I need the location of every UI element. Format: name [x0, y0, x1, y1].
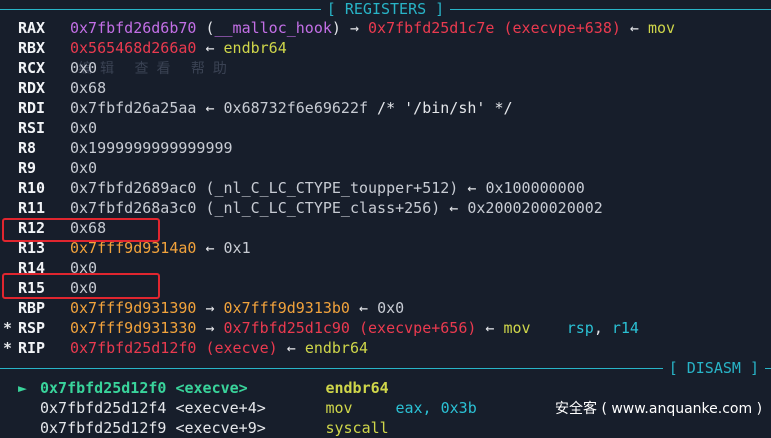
register-value-part: 0x0: [70, 59, 98, 77]
disasm-mnemonic: mov: [325, 399, 353, 417]
register-value-part: 0x7fbfd25d12f0: [70, 339, 197, 357]
register-name: RCX: [18, 59, 46, 77]
disasm-address: 0x7fbfd25d12f4: [40, 399, 176, 417]
disasm-symbol: <execve+4>: [175, 399, 266, 417]
register-row-r10: R10 0x7fbfd2689ac0 (_nl_C_LC_CTYPE_touppe…: [0, 178, 771, 198]
register-name: R8: [18, 139, 37, 157]
register-row-rcx: RCX 0x0: [0, 58, 771, 78]
disasm-mnemonic: endbr64: [325, 379, 389, 397]
register-row-rax: RAX 0x7fbfd26d6b70 (__malloc_hook) → 0x7f…: [0, 18, 771, 38]
register-value-part: ←: [196, 99, 224, 117]
registers-section-title: [ REGISTERS ]: [326, 0, 445, 18]
register-value-part: 0x1: [223, 239, 251, 257]
register-value-part: 0x1999999999999999: [70, 139, 233, 157]
register-value-part: 0x0: [377, 299, 405, 317]
register-value-part: ←: [620, 19, 648, 37]
registers-separator: [ REGISTERS ]: [0, 0, 771, 19]
register-value-part: 0x7fbfd25d1c90: [223, 319, 350, 337]
register-value-part: 0x100000000: [485, 179, 585, 197]
register-value-part: ←: [458, 179, 486, 197]
disasm-symbol: <execve>: [175, 379, 248, 397]
register-value-part: (execvpe+638): [494, 19, 621, 37]
register-value-part: 0x7fbfd26a25aa: [70, 99, 197, 117]
register-name: R9: [18, 159, 37, 177]
register-value-part: 0x0: [70, 159, 98, 177]
register-value-part: /* '/bin/sh' */: [368, 99, 513, 117]
register-value-part: mov: [503, 319, 531, 337]
register-value-part: (_nl_C_LC_CTYPE_class+256): [196, 199, 441, 217]
register-value-part: __malloc_hook: [214, 19, 332, 37]
register-row-rbx: RBX 0x565468d266a0 ← endbr64: [0, 38, 771, 58]
register-value-part: endbr64: [223, 39, 287, 57]
disasm-separator: [ DISASM ]: [0, 358, 771, 378]
register-value-part: r14: [611, 319, 639, 337]
register-name: R10: [18, 179, 46, 197]
register-value-part: mov: [648, 19, 676, 37]
disasm-section-title: [ DISASM ]: [668, 359, 759, 377]
register-value-part: →: [349, 19, 369, 37]
register-name: RAX: [18, 19, 46, 37]
register-value-part: 0x68732f6e69622f: [223, 99, 369, 117]
register-value-part: ←: [476, 319, 504, 337]
register-row-r8: R8 0x1999999999999999: [0, 138, 771, 158]
disasm-mnemonic: syscall: [325, 419, 389, 437]
register-value-part: ←: [277, 339, 305, 357]
register-value-part: 0x7fff9d931390: [70, 299, 197, 317]
register-value-part: (execve): [196, 339, 278, 357]
register-value-part: ←: [440, 199, 468, 217]
register-value-part: 0x565468d266a0: [70, 39, 197, 57]
register-row-rsi: RSI 0x0: [0, 118, 771, 138]
register-name: RIP: [18, 339, 46, 357]
disasm-row: ► 0x7fbfd25d12f0 <execve> endbr64: [0, 378, 771, 398]
register-value-part: ←: [349, 299, 378, 317]
highlight-box-r12: [2, 218, 160, 242]
highlight-box-r15: [2, 273, 160, 299]
register-value-part: (execvpe+656): [349, 319, 477, 337]
register-value-part: (: [196, 19, 215, 37]
register-row-rdx: RDX 0x68: [0, 78, 771, 98]
current-instruction-arrow-icon: ►: [18, 379, 28, 397]
register-value-part: 0x7fbfd25d1c7e: [368, 19, 495, 37]
register-name: RBP: [18, 299, 46, 317]
register-row-rsp: * RSP 0x7fff9d931330 → 0x7fbfd25d1c90 (exe…: [0, 318, 771, 338]
register-value-part: 0x7fbfd268a3c0: [70, 199, 197, 217]
register-name: RSP: [18, 319, 46, 337]
register-value-part: rsp: [530, 319, 594, 337]
register-row-r9: R9 0x0: [0, 158, 771, 178]
register-name: RDX: [18, 79, 46, 97]
watermark-text: 安全客 ( www.anquanke.com ): [555, 401, 763, 417]
register-value-part: (_nl_C_LC_CTYPE_toupper+512): [196, 179, 459, 197]
disasm-address: 0x7fbfd25d12f0: [40, 379, 176, 397]
register-row-rip: * RIP 0x7fbfd25d12f0 (execve) ← endbr64: [0, 338, 771, 358]
register-value-part: ,: [593, 319, 612, 337]
disasm-symbol: <execve+9>: [175, 419, 266, 437]
register-name: RBX: [18, 39, 46, 57]
disasm-row: 0x7fbfd25d12f9 <execve+9> syscall: [0, 418, 771, 438]
register-value-part: 0x7fbfd2689ac0: [70, 179, 197, 197]
register-row-rdi: RDI 0x7fbfd26a25aa ← 0x68732f6e69622f /* …: [0, 98, 771, 118]
register-value-part: 0x7fff9d931330: [70, 319, 197, 337]
register-value-part: ←: [196, 39, 224, 57]
register-row-rbp: RBP 0x7fff9d931390 → 0x7fff9d9313b0 ← 0x0: [0, 298, 771, 318]
disasm-operands: eax, 0x3b: [395, 399, 477, 417]
register-value-part: →: [196, 299, 224, 317]
register-value-part: ): [331, 19, 350, 37]
register-value-part: 0x0: [70, 119, 98, 137]
register-row-r11: R11 0x7fbfd268a3c0 (_nl_C_LC_CTYPE_class+…: [0, 198, 771, 218]
register-value-part: endbr64: [304, 339, 369, 357]
register-value-part: →: [196, 319, 224, 337]
disasm-address: 0x7fbfd25d12f9: [40, 419, 176, 437]
register-modified-marker: *: [2, 319, 12, 337]
register-value-part: 0x7fff9d9313b0: [223, 299, 350, 317]
register-name: RDI: [18, 99, 46, 117]
register-modified-marker: *: [2, 339, 12, 357]
register-value-part: 0x68: [70, 79, 107, 97]
register-name: R11: [18, 199, 46, 217]
register-value-part: ←: [196, 239, 224, 257]
register-name: RSI: [18, 119, 46, 137]
register-value-part: 0x2000200020002: [467, 199, 603, 217]
register-value-part: 0x7fbfd26d6b70: [70, 19, 197, 37]
